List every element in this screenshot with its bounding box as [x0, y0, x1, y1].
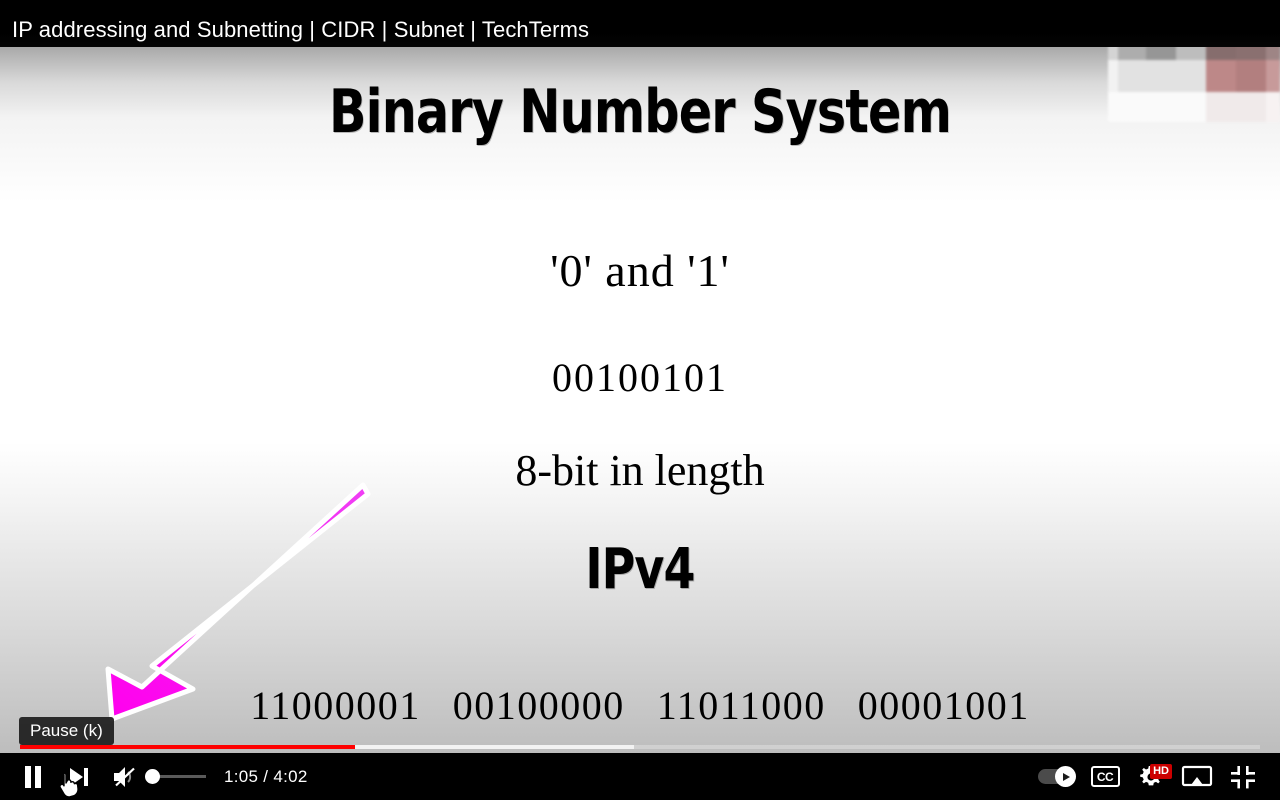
slide-heading-binary-number-system: Binary Number System — [328, 77, 952, 147]
volume-track — [154, 775, 206, 778]
mute-button[interactable] — [102, 753, 148, 800]
closed-captions-icon: CC — [1090, 766, 1120, 787]
time-display: 1:05 / 4:02 — [224, 766, 308, 786]
progress-played — [20, 745, 355, 749]
next-video-button[interactable] — [56, 753, 102, 800]
settings-button[interactable]: HD — [1128, 753, 1174, 800]
video-title[interactable]: IP addressing and Subnetting | CIDR | Su… — [12, 17, 589, 43]
tooltip-label: Pause (k) — [30, 721, 103, 740]
autoplay-toggle[interactable] — [1030, 753, 1082, 800]
subtitles-button[interactable]: CC — [1082, 753, 1128, 800]
autoplay-knob — [1055, 766, 1076, 787]
slide-text-ipv4-octets: 11000001 00100000 11011000 00001001 — [0, 682, 1280, 729]
pause-button[interactable] — [10, 753, 56, 800]
quality-hd-badge: HD — [1150, 764, 1172, 779]
progress-track[interactable] — [20, 745, 1260, 749]
slide-text-binary-example: 00100101 — [552, 355, 728, 400]
autoplay-track — [1038, 766, 1076, 787]
cast-button[interactable] — [1174, 753, 1220, 800]
octet-1: 11000001 — [250, 683, 421, 728]
video-progress-bar[interactable] — [0, 741, 1280, 753]
youtube-fullscreen-player: IP addressing and Subnetting | CIDR | Su… — [0, 0, 1280, 800]
pause-icon — [25, 765, 41, 788]
exit-fullscreen-button[interactable] — [1220, 753, 1266, 800]
right-controls-group: CC HD — [1030, 753, 1280, 800]
volume-muted-icon — [114, 766, 135, 787]
exit-fullscreen-icon — [1231, 765, 1255, 788]
video-content-slide[interactable]: Binary Number System '0' and '1' 0010010… — [0, 47, 1280, 753]
volume-slider[interactable] — [144, 753, 206, 800]
slide-text-bit-length: 8-bit in length — [515, 446, 765, 495]
volume-knob[interactable] — [145, 769, 160, 784]
video-title-bar: IP addressing and Subnetting | CIDR | Su… — [0, 0, 1280, 47]
slide-heading-ipv4: IPv4 — [585, 537, 695, 602]
left-controls-group: 1:05 / 4:02 — [0, 753, 308, 800]
hd-label: HD — [1153, 765, 1169, 777]
octet-3: 11011000 — [656, 683, 826, 728]
player-control-bar: 1:05 / 4:02 CC HD — [0, 753, 1280, 800]
octet-2: 00100000 — [452, 683, 625, 728]
cast-to-tv-icon — [1181, 765, 1213, 786]
octet-4: 00001001 — [857, 683, 1030, 728]
slide-text-zero-and-one: '0' and '1' — [550, 245, 730, 296]
cc-label: CC — [1096, 769, 1114, 784]
play-triangle-icon — [1062, 772, 1070, 781]
next-video-icon — [70, 767, 88, 786]
pause-button-tooltip: Pause (k) — [19, 717, 114, 745]
